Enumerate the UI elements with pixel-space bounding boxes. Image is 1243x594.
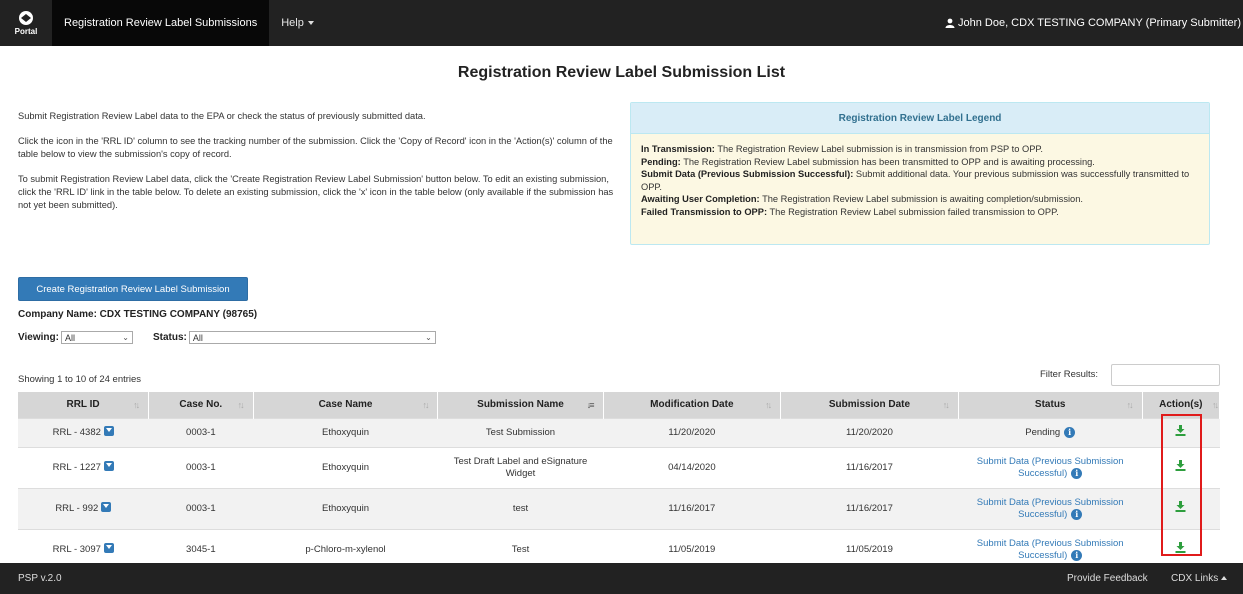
actions-highlight-box [1161,414,1202,556]
status-select[interactable]: All ⌄ [188,331,436,344]
submission-name-cell: Test Draft Label and eSignature Widget [437,446,604,488]
legend-item: In Transmission: The Registration Review… [641,144,1044,154]
column-header-case-name[interactable]: Case Name ↑↓ [253,392,439,418]
submission-date-cell: 11/16/2017 [780,446,959,488]
nav-item-label: Registration Review Label Submissions [64,17,258,29]
filter-bar: Viewing: All ⌄ Status: All ⌄ [18,331,436,344]
intro-paragraph: To submit Registration Review Label data… [18,174,614,210]
submission-name-cell: Test Submission [437,417,604,447]
chevron-down-icon: ⌄ [122,333,129,342]
top-navbar: Portal Registration Review Label Submiss… [0,0,1243,46]
info-icon[interactable]: i [1071,549,1083,561]
status-link[interactable]: Submit Data (Previous Submission Success… [977,497,1124,520]
tracking-number-icon[interactable] [103,461,114,471]
viewing-label: Viewing: [18,332,59,343]
user-name: John Doe, CDX TESTING COMPANY (Primary S… [957,17,1241,29]
intro-paragraph: Click the icon in the 'RRL ID' column to… [18,136,613,159]
viewing-select[interactable]: All ⌄ [60,331,133,344]
intro-paragraph: Submit Registration Review Label data to… [18,111,426,121]
legend-item: Failed Transmission to OPP: The Registra… [641,206,1059,217]
info-icon[interactable]: i [1064,426,1076,438]
info-icon[interactable]: i [1071,467,1083,479]
legend-body: In Transmission: The Registration Review… [631,134,1209,227]
intro-text: Submit Registration Review Label data to… [18,110,618,224]
legend-item: Awaiting User Completion: The Registrati… [641,194,1083,204]
rrl-id-link[interactable]: RRL - 3097 [53,544,101,555]
column-header-submission-date[interactable]: Submission Date ↑↓ [780,392,959,418]
case-no-cell: 0003-1 [148,487,254,529]
case-no-cell: 0003-1 [148,446,254,488]
app-version: PSP v.2.0 [18,573,62,584]
filter-results-input[interactable] [1111,364,1220,386]
submission-name-cell: test [437,487,604,529]
sort-icon: ↑↓ [1212,400,1219,410]
entries-count: Showing 1 to 10 of 24 entries [18,374,142,385]
rrl-id-link[interactable]: RRL - 4382 [53,427,101,438]
case-name-cell: Ethoxyquin [253,487,438,529]
submissions-table: RRL ID ↑↓ Case No. ↑↓ Case Name ↑↓ Submissi… [18,392,1221,570]
filter-results-label: Filter Results: [1040,369,1099,380]
tracking-number-icon[interactable] [101,502,112,512]
rrl-id-link[interactable]: RRL - 992 [55,503,98,514]
sort-icon: ↑↓ [1126,400,1134,410]
sort-icon: ↑↓ [237,400,245,410]
chevron-down-icon: ⌄ [425,333,432,342]
legend-item: Submit Data (Previous Submission Success… [641,169,1190,192]
footer-bar: PSP v.2.0 Provide Feedback CDX Links [0,563,1243,594]
legend-item: Pending: The Registration Review Label s… [641,156,1095,167]
case-name-cell: Ethoxyquin [253,417,438,447]
submission-date-cell: 11/16/2017 [780,487,959,529]
modification-date-cell: 04/14/2020 [603,446,781,488]
table-row: RRL - 992 0003-1 Ethoxyquin test 11/16/2… [18,487,1220,529]
rrl-id-link[interactable]: RRL - 1227 [53,462,101,473]
portal-logo-icon [19,11,33,25]
info-icon[interactable]: i [1071,508,1083,520]
sort-icon: ↑↓ [765,400,772,410]
legend-title: Registration Review Label Legend [631,103,1209,134]
status-text: Pending [1025,426,1061,438]
tracking-number-icon[interactable] [103,426,114,436]
create-submission-button[interactable]: Create Registration Review Label Submiss… [18,277,248,301]
user-menu[interactable]: John Doe, CDX TESTING COMPANY (Primary S… [945,0,1243,46]
provide-feedback-link[interactable]: Provide Feedback [1067,573,1148,584]
modification-date-cell: 11/20/2020 [603,417,781,447]
column-header-submission-name[interactable]: Submission Name ↓≡ [437,392,604,418]
case-no-cell: 0003-1 [148,417,254,447]
column-header-modification-date[interactable]: Modification Date ↑↓ [603,392,782,418]
column-header-status[interactable]: Status ↑↓ [958,392,1143,418]
caret-down-icon [307,21,314,25]
company-name: Company Name: CDX TESTING COMPANY (98765… [18,309,258,320]
sort-icon: ↑↓ [133,400,140,410]
tracking-number-icon[interactable] [103,543,114,554]
portal-logo-text: Portal [14,27,38,36]
page-title: Registration Review Label Submission Lis… [457,64,786,81]
nav-help-dropdown[interactable]: Help [269,0,326,46]
column-header-case-no[interactable]: Case No. ↑↓ [148,392,254,418]
column-header-rrl-id[interactable]: RRL ID ↑↓ [18,392,150,418]
caret-up-icon [1221,576,1228,581]
sort-icon: ↑↓ [422,400,429,410]
user-icon [945,18,955,28]
sort-descending-icon: ↓≡ [586,400,595,410]
cdx-links-dropdown[interactable]: CDX Links [1171,573,1228,584]
nav-item-label: Help [281,17,304,29]
submission-date-cell: 11/20/2020 [780,417,959,447]
status-label: Status: [152,332,187,343]
sort-icon: ↑↓ [942,400,950,410]
status-link[interactable]: Submit Data (Previous Submission Success… [977,538,1124,561]
modification-date-cell: 11/16/2017 [603,487,781,529]
status-legend-panel: Registration Review Label Legend In Tran… [630,102,1210,245]
case-name-cell: Ethoxyquin [253,446,438,488]
table-row: RRL - 4382 0003-1 Ethoxyquin Test Submis… [18,417,1220,447]
status-link[interactable]: Submit Data (Previous Submission Success… [977,456,1124,479]
table-row: RRL - 1227 0003-1 Ethoxyquin Test Draft … [18,446,1220,488]
nav-registration-review-label-submissions[interactable]: Registration Review Label Submissions [52,0,270,46]
portal-logo[interactable]: Portal [0,0,52,46]
